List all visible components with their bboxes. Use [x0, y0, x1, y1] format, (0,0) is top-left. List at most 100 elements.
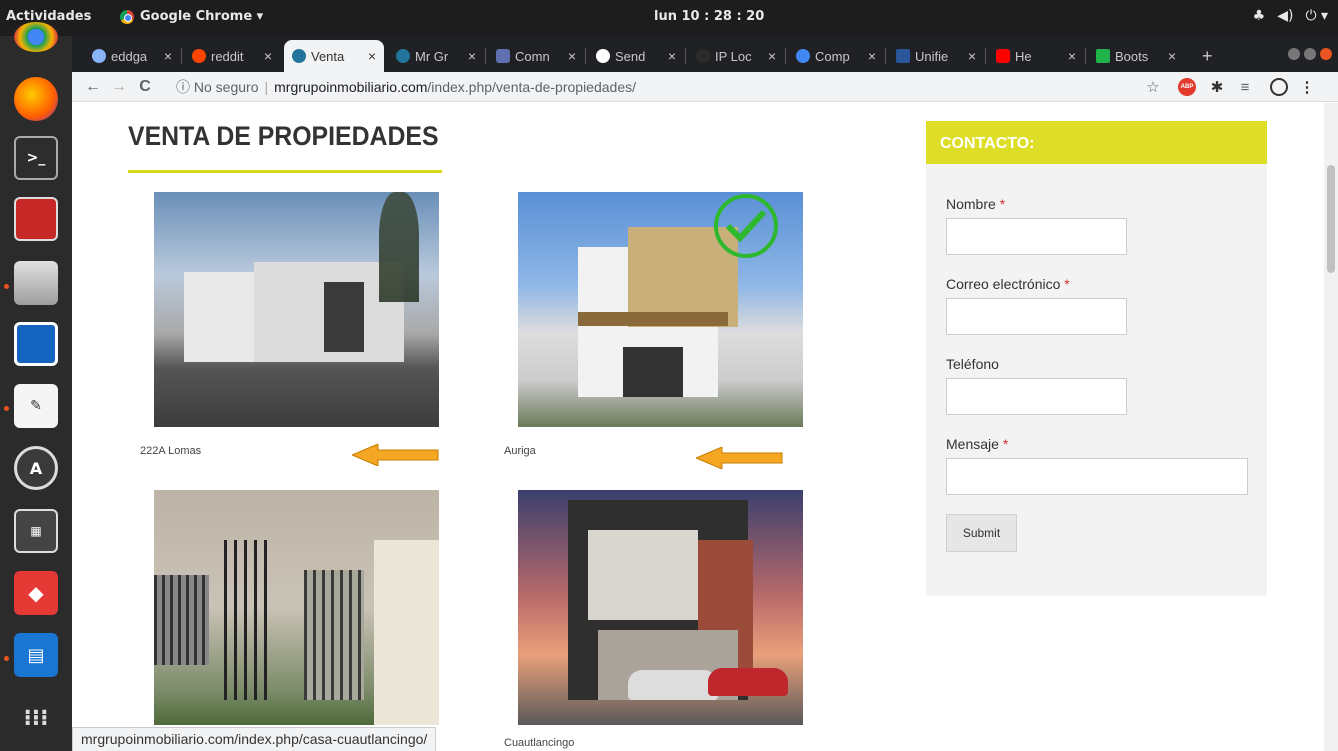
forward-arrow-icon[interactable]: →	[108, 76, 130, 98]
bookmark-star-icon[interactable]: ☆	[1142, 76, 1164, 98]
tab-reddit[interactable]: reddit ×	[184, 40, 280, 72]
files-launcher-icon[interactable]	[14, 261, 58, 305]
tab-label: Unifie	[915, 48, 949, 64]
page-scrollbar[interactable]	[1324, 103, 1338, 751]
reload-icon[interactable]: C	[134, 76, 156, 98]
close-window-icon[interactable]	[1320, 48, 1332, 60]
anydesk-launcher-icon[interactable]: ◆	[14, 571, 58, 615]
url-host: mrgrupoinmobiliario.com	[274, 79, 428, 95]
close-icon[interactable]: ×	[568, 48, 576, 64]
property-caption[interactable]: Cuautlancingo	[504, 737, 574, 749]
message-label: Mensaje *	[946, 436, 1009, 452]
eye-icon	[496, 49, 510, 63]
close-icon[interactable]: ×	[868, 48, 876, 64]
tab-he[interactable]: He ×	[988, 40, 1084, 72]
name-field[interactable]	[946, 218, 1127, 255]
arrow-left-icon	[696, 447, 783, 469]
email-label: Correo electrónico *	[946, 276, 1070, 292]
chrome-launcher-icon[interactable]	[14, 22, 58, 52]
close-icon[interactable]: ×	[968, 48, 976, 64]
app-menu[interactable]: Google Chrome ▾	[120, 9, 263, 24]
profile-icon[interactable]	[1270, 78, 1288, 96]
app-menu-label: Google Chrome ▾	[140, 9, 264, 24]
tab-unifie[interactable]: Unifie ×	[888, 40, 984, 72]
tab-comn[interactable]: Comn ×	[488, 40, 584, 72]
youtube-icon	[996, 49, 1010, 63]
media-queue-icon[interactable]: ≡	[1234, 76, 1256, 98]
address-bar[interactable]: ⓘ No seguro | mrgrupoinmobiliario.com/in…	[176, 74, 1176, 100]
text-editor-launcher-icon[interactable]: ✎	[14, 384, 58, 428]
wordpress-icon	[396, 49, 410, 63]
property-card[interactable]: 222A Lomas	[140, 192, 439, 457]
property-image[interactable]	[154, 490, 439, 725]
close-icon[interactable]: ×	[768, 48, 776, 64]
extensions-icon[interactable]: ✱	[1206, 76, 1228, 98]
close-icon[interactable]: ×	[1168, 48, 1176, 64]
tab-comp[interactable]: Comp ×	[788, 40, 884, 72]
tab-label: eddga	[111, 48, 148, 64]
firefox-launcher-icon[interactable]	[14, 77, 58, 121]
google-icon	[596, 49, 610, 63]
power-icon[interactable]: ⏻ ▾	[1305, 8, 1328, 24]
bootstrap-icon	[1096, 49, 1110, 63]
activities-button[interactable]: Actividades	[6, 9, 91, 24]
tab-label: Comp	[815, 48, 850, 64]
tab-label: reddit	[211, 48, 244, 64]
property-image[interactable]	[518, 192, 803, 427]
show-applications-icon[interactable]: ⁝⁝⁝	[14, 696, 58, 740]
property-card[interactable]	[154, 490, 439, 725]
tab-boots[interactable]: Boots ×	[1088, 40, 1184, 72]
property-image[interactable]	[518, 490, 803, 725]
property-card[interactable]: Auriga	[504, 192, 803, 457]
system-monitor-launcher-icon[interactable]	[14, 197, 58, 241]
email-field[interactable]	[946, 298, 1127, 335]
tab-label: Boots	[1115, 48, 1149, 64]
tab-label: Comn	[515, 48, 550, 64]
security-indicator[interactable]: ⓘ No seguro	[176, 77, 258, 97]
phone-field[interactable]	[946, 378, 1127, 415]
tab-label: He	[1015, 48, 1032, 64]
close-icon[interactable]: ×	[264, 48, 272, 64]
github-icon	[92, 49, 106, 63]
adblock-icon[interactable]: ABP	[1178, 78, 1196, 96]
arrow-left-icon	[352, 444, 439, 466]
tab-label: IP Loc	[715, 48, 752, 64]
tab-send[interactable]: Send ×	[588, 40, 684, 72]
network-icon[interactable]: ♣	[1253, 8, 1266, 24]
close-icon[interactable]: ×	[368, 48, 376, 64]
dock: >_ ✎ A ▦ ◆ ▤ ⁝⁝⁝	[0, 22, 72, 751]
close-icon[interactable]: ×	[1068, 48, 1076, 64]
tab-ip-loc[interactable]: IP Loc ×	[688, 40, 784, 72]
maximize-icon[interactable]	[1304, 48, 1316, 60]
browser-toolbar: ← → C ⓘ No seguro | mrgrupoinmobiliario.…	[72, 72, 1338, 102]
chrome-menu-icon[interactable]: ⋮	[1296, 76, 1318, 98]
virtualbox-launcher-icon[interactable]	[14, 322, 58, 366]
web-page: VENTA DE PROPIEDADES 222A Lomas Auriga C…	[72, 103, 1324, 751]
property-card[interactable]: Cuautlancingo	[504, 490, 803, 749]
new-tab-button[interactable]: +	[1194, 40, 1224, 72]
close-icon[interactable]: ×	[164, 48, 172, 64]
tab-label: Send	[615, 48, 646, 64]
close-icon[interactable]: ×	[468, 48, 476, 64]
submit-button[interactable]: Submit	[946, 514, 1017, 552]
tab-eddga[interactable]: eddga ×	[84, 40, 180, 72]
message-field[interactable]	[946, 458, 1248, 495]
system-tray[interactable]: ♣ ◀) ⏻ ▾	[1253, 8, 1328, 24]
tab-venta[interactable]: Venta ×	[284, 40, 384, 72]
terminal-launcher-icon[interactable]: >_	[14, 136, 58, 180]
volume-icon[interactable]: ◀)	[1277, 8, 1293, 24]
clock[interactable]: lun 10 : 28 : 20	[654, 9, 764, 24]
minimize-icon[interactable]	[1288, 48, 1300, 60]
scrollbar-thumb[interactable]	[1327, 165, 1335, 273]
property-caption[interactable]: Auriga	[504, 445, 536, 457]
software-updater-launcher-icon[interactable]: A	[14, 446, 58, 490]
close-icon[interactable]: ×	[668, 48, 676, 64]
writer-launcher-icon[interactable]: ▤	[14, 633, 58, 677]
property-caption[interactable]: 222A Lomas	[140, 445, 201, 457]
tab-mr-gr[interactable]: Mr Gr ×	[388, 40, 484, 72]
back-arrow-icon[interactable]: ←	[82, 76, 104, 98]
calculator-launcher-icon[interactable]: ▦	[14, 509, 58, 553]
chrome-icon	[120, 9, 134, 24]
tab-label: Venta	[311, 48, 345, 64]
property-image[interactable]	[154, 192, 439, 427]
